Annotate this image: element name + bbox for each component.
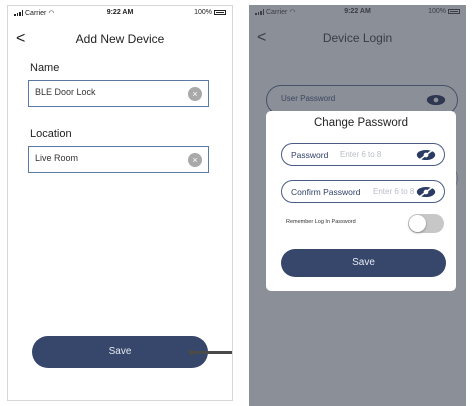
battery-percent: 100% bbox=[194, 9, 212, 16]
pointer-line bbox=[194, 351, 232, 354]
eye-icon[interactable] bbox=[415, 185, 437, 199]
name-label: Name bbox=[30, 62, 60, 74]
name-input[interactable] bbox=[35, 87, 185, 97]
remember-login-label: Remember Log In Password bbox=[286, 219, 356, 225]
location-field[interactable]: × bbox=[28, 146, 209, 173]
confirm-password-field[interactable]: Confirm Password Enter 6 to 8 bbox=[281, 180, 445, 203]
eye-icon bbox=[426, 94, 446, 106]
nav-bar: < Device Login bbox=[249, 24, 466, 54]
battery-info: 100% bbox=[428, 8, 460, 15]
password-placeholder: Enter 6 to 8 bbox=[340, 150, 382, 159]
device-login-screen: Carrier ◠ 9:22 AM 100% < Device Login Us… bbox=[249, 5, 466, 406]
toggle-knob bbox=[409, 215, 426, 232]
confirm-password-label: Confirm Password bbox=[291, 187, 361, 197]
status-bar: Carrier ◠ 9:22 AM 100% bbox=[249, 5, 466, 18]
status-bar: Carrier ◠ 9:22 AM 100% bbox=[8, 6, 232, 19]
user-password-label: User Password bbox=[281, 94, 336, 103]
name-field[interactable]: × bbox=[28, 80, 209, 107]
confirm-password-placeholder: Enter 6 to 8 bbox=[373, 187, 415, 196]
password-label: Password bbox=[291, 150, 329, 160]
clear-icon[interactable]: × bbox=[188, 153, 202, 167]
clear-icon[interactable]: × bbox=[188, 87, 202, 101]
location-input[interactable] bbox=[35, 153, 185, 163]
battery-info: 100% bbox=[194, 9, 226, 16]
location-label: Location bbox=[30, 128, 72, 140]
page-title: Add New Device bbox=[75, 32, 165, 46]
password-field[interactable]: Password Enter 6 to 8 bbox=[281, 143, 445, 166]
nav-bar: < Add New Device bbox=[8, 25, 232, 55]
change-password-dialog: Change Password Password Enter 6 to 8 Co… bbox=[266, 111, 456, 291]
save-button[interactable]: Save bbox=[32, 336, 208, 368]
add-device-screen: Carrier ◠ 9:22 AM 100% < Add New Device … bbox=[7, 5, 233, 401]
dialog-title: Change Password bbox=[314, 117, 408, 129]
page-title: Device Login bbox=[322, 31, 393, 45]
battery-percent: 100% bbox=[428, 8, 446, 15]
battery-icon bbox=[214, 10, 226, 15]
save-button[interactable]: Save bbox=[281, 249, 446, 277]
remember-login-toggle[interactable] bbox=[408, 214, 444, 233]
eye-icon[interactable] bbox=[415, 148, 437, 162]
battery-icon bbox=[448, 9, 460, 14]
